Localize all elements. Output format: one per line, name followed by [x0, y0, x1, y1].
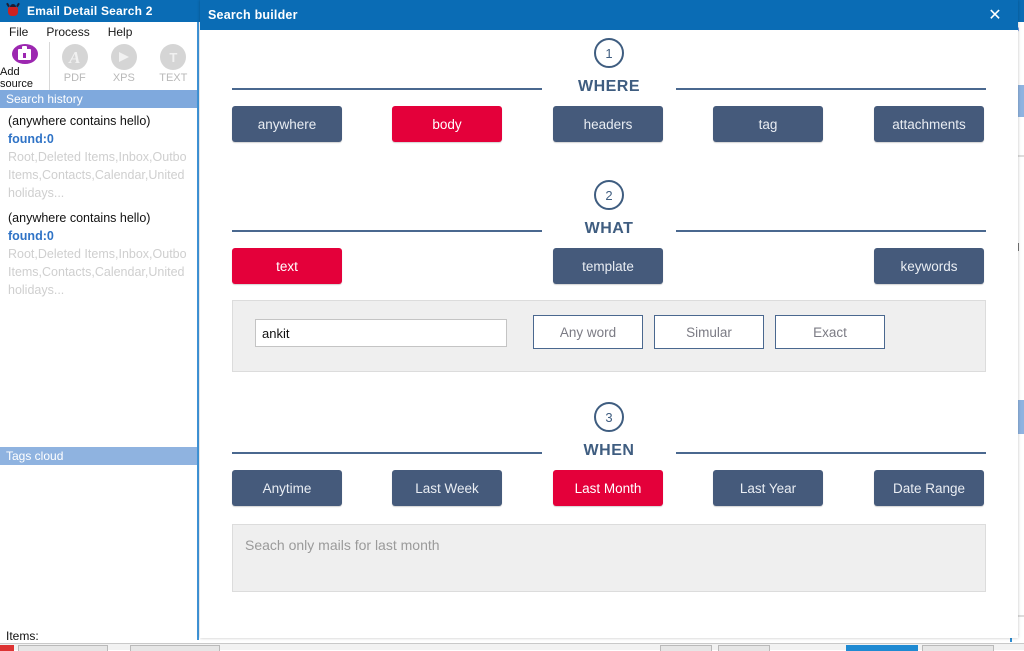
left-panel-divider [197, 22, 199, 640]
add-source-icon [11, 44, 38, 64]
toolbar: Add source A PDF XPS T TEXT [0, 42, 198, 90]
divider-right [676, 452, 986, 454]
list-item[interactable]: (anywhere contains hello) found:0 Root,D… [8, 209, 198, 299]
divider-left [232, 230, 542, 232]
taskbar-item[interactable] [660, 645, 712, 651]
menu-item-help[interactable]: Help [99, 25, 142, 39]
tags-cloud-header-label: Tags cloud [6, 449, 64, 463]
history-found: found:0 [8, 229, 54, 243]
when-note-text: Seach only mails for last month [245, 537, 440, 553]
taskbar-item[interactable] [922, 645, 994, 651]
history-path-line: Root,Deleted Items,Inbox,Outbo [8, 150, 187, 164]
add-source-label: Add source [0, 66, 34, 90]
search-history-header-label: Search history [6, 92, 83, 106]
pdf-label: PDF [63, 72, 86, 84]
history-path-line: holidays... [8, 283, 65, 297]
list-item[interactable]: (anywhere contains hello) found:0 Root,D… [8, 112, 198, 202]
match-option-any-word[interactable]: Any word [533, 315, 643, 349]
when-option-last-week[interactable]: Last Week [392, 470, 502, 506]
close-icon[interactable]: ✕ [972, 0, 1018, 30]
tags-cloud-header: Tags cloud [0, 447, 198, 465]
where-option-tag[interactable]: tag [713, 106, 823, 142]
dialog-title: Search builder [208, 8, 298, 22]
history-found: found:0 [8, 132, 54, 146]
step-number-1: 1 [594, 38, 624, 68]
history-query: (anywhere contains hello) [8, 211, 151, 225]
menu-item-file[interactable]: File [0, 25, 37, 39]
dialog-titlebar: Search builder ✕ [200, 0, 1018, 30]
items-status-label: Items: [6, 629, 39, 643]
when-option-last-year[interactable]: Last Year [713, 470, 823, 506]
tags-cloud-body [0, 465, 198, 628]
taskbar-item[interactable] [130, 645, 220, 651]
app-bug-icon [5, 2, 21, 19]
history-query: (anywhere contains hello) [8, 114, 151, 128]
divider-left [232, 88, 542, 90]
when-option-last-month[interactable]: Last Month [553, 470, 663, 506]
where-option-attachments[interactable]: attachments [874, 106, 984, 142]
divider-left [232, 452, 542, 454]
taskbar [0, 643, 1024, 651]
history-path-line: Items,Contacts,Calendar,United [8, 265, 185, 279]
where-option-headers[interactable]: headers [553, 106, 663, 142]
text-icon: T [160, 44, 187, 70]
section-header-when: 3 WHEN [200, 394, 1018, 470]
section-title-what: WHAT [568, 220, 650, 238]
pdf-icon: A [61, 44, 88, 70]
when-option-anytime[interactable]: Anytime [232, 470, 342, 506]
match-option-exact[interactable]: Exact [775, 315, 885, 349]
what-option-template[interactable]: template [553, 248, 663, 284]
where-option-body[interactable]: body [392, 106, 502, 142]
what-option-text[interactable]: text [232, 248, 342, 284]
pdf-export-button[interactable]: A PDF [49, 42, 99, 90]
section-title-where: WHERE [561, 78, 657, 96]
text-label: TEXT [159, 72, 188, 84]
history-path-line: Items,Contacts,Calendar,United [8, 168, 185, 182]
text-export-button[interactable]: T TEXT [149, 42, 198, 90]
xps-label: XPS [112, 72, 135, 84]
step-number-2: 2 [594, 180, 624, 210]
app-title: Email Detail Search 2 [27, 4, 153, 18]
when-description-note: Seach only mails for last month [232, 524, 986, 592]
menu-bar: File Process Help [0, 22, 198, 42]
taskbar-item[interactable] [718, 645, 770, 651]
what-option-row: text template keywords [232, 248, 986, 292]
search-text-input[interactable] [255, 319, 507, 347]
where-option-row: anywhere body headers tag attachments [232, 106, 986, 150]
search-history-header: Search history [0, 90, 198, 108]
dialog-body: 1 WHERE anywhere body headers tag attach… [200, 30, 1018, 638]
step-number-3: 3 [594, 402, 624, 432]
match-option-simular[interactable]: Simular [654, 315, 764, 349]
what-option-keywords[interactable]: keywords [874, 248, 984, 284]
when-option-row: Anytime Last Week Last Month Last Year D… [232, 470, 986, 514]
xps-export-button[interactable]: XPS [99, 42, 148, 90]
divider-right [676, 88, 986, 90]
section-title-when: WHEN [567, 442, 651, 460]
where-option-anywhere[interactable]: anywhere [232, 106, 342, 142]
search-builder-dialog: Search builder ✕ 1 WHERE anywhere body h… [200, 0, 1018, 638]
section-header-where: 1 WHERE [200, 30, 1018, 106]
history-path-line: holidays... [8, 186, 65, 200]
search-history-list[interactable]: (anywhere contains hello) found:0 Root,D… [0, 108, 198, 447]
xps-icon [110, 44, 137, 70]
taskbar-item-active[interactable] [846, 645, 918, 651]
when-option-date-range[interactable]: Date Range [874, 470, 984, 506]
section-header-what: 2 WHAT [200, 172, 1018, 248]
taskbar-item[interactable] [18, 645, 108, 651]
menu-item-process[interactable]: Process [37, 25, 98, 39]
taskbar-item[interactable] [0, 645, 14, 651]
text-search-panel: Any word Simular Exact [232, 300, 986, 372]
history-path-line: Root,Deleted Items,Inbox,Outbo [8, 247, 187, 261]
divider-right [676, 230, 986, 232]
add-source-button[interactable]: Add source [0, 42, 49, 90]
